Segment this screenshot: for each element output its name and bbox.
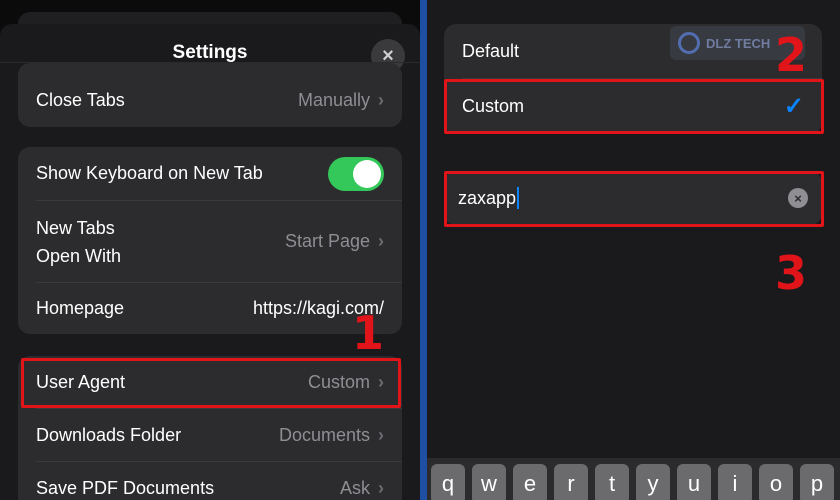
close-tabs-label: Close Tabs xyxy=(36,89,125,110)
highlight-box-custom xyxy=(444,79,824,134)
chevron-right-icon: › xyxy=(378,89,384,110)
chevron-right-icon: › xyxy=(378,424,384,445)
key-p[interactable]: p xyxy=(800,464,834,500)
show-keyboard-toggle[interactable] xyxy=(328,156,384,191)
downloads-folder-row[interactable]: Downloads Folder Documents › xyxy=(18,409,402,461)
key-u[interactable]: u xyxy=(677,464,711,500)
toggle-knob xyxy=(353,159,381,188)
key-r[interactable]: r xyxy=(554,464,588,500)
watermark-logo xyxy=(678,32,700,54)
user-agent-panel: Default Custom ✓ DLZ TECH zaxapp × 2 3 q… xyxy=(427,0,840,500)
option-default-label: Default xyxy=(462,40,520,61)
key-o[interactable]: o xyxy=(759,464,793,500)
settings-panel: Settings × Close Tabs Manually › Show Ke… xyxy=(0,0,420,500)
save-pdf-label: Save PDF Documents xyxy=(36,477,215,498)
close-tabs-value: Manually xyxy=(297,89,370,110)
new-tabs-label-line2: Open With xyxy=(36,245,122,266)
keyboard: q w e r t y u i o p xyxy=(427,458,840,500)
show-keyboard-label: Show Keyboard on New Tab xyxy=(36,163,263,183)
homepage-label: Homepage xyxy=(36,298,125,318)
close-tabs-row[interactable]: Close Tabs Manually › xyxy=(18,73,402,127)
save-pdf-value-wrap: Ask › xyxy=(340,478,384,499)
chevron-right-icon: › xyxy=(378,477,384,498)
step-1-label: 1 xyxy=(352,306,385,360)
downloads-folder-value: Documents xyxy=(278,424,370,445)
key-y[interactable]: y xyxy=(636,464,670,500)
key-e[interactable]: e xyxy=(513,464,547,500)
key-w[interactable]: w xyxy=(472,464,506,500)
new-tab-group: Show Keyboard on New Tab New Tabs Open W… xyxy=(18,147,402,334)
new-tabs-value-wrap: Start Page › xyxy=(285,231,384,252)
show-keyboard-row: Show Keyboard on New Tab xyxy=(18,147,402,200)
highlight-box-input xyxy=(444,171,824,227)
new-tabs-row[interactable]: New Tabs Open With Start Page › xyxy=(18,201,402,282)
new-tabs-value: Start Page xyxy=(284,231,370,251)
panel-divider xyxy=(420,0,427,500)
homepage-row[interactable]: Homepage https://kagi.com/ xyxy=(18,283,402,334)
downloads-folder-value-wrap: Documents › xyxy=(279,425,384,446)
key-t[interactable]: t xyxy=(595,464,629,500)
step-3-label: 3 xyxy=(775,246,808,300)
key-i[interactable]: i xyxy=(718,464,752,500)
save-pdf-value: Ask xyxy=(339,477,370,498)
step-2-label: 2 xyxy=(775,28,808,82)
chevron-right-icon: › xyxy=(378,231,384,251)
settings-title: Settings xyxy=(172,42,248,63)
save-pdf-row[interactable]: Save PDF Documents Ask › xyxy=(18,462,402,500)
watermark-text: DLZ TECH xyxy=(706,35,771,51)
downloads-folder-label: Downloads Folder xyxy=(36,424,182,445)
new-tabs-label: New Tabs Open With xyxy=(36,214,121,270)
key-q[interactable]: q xyxy=(431,464,465,500)
close-tabs-group: Close Tabs Manually › xyxy=(18,63,402,127)
new-tabs-label-line1: New Tabs xyxy=(36,217,115,238)
highlight-box-user-agent xyxy=(21,358,401,408)
close-tabs-value-wrap: Manually › xyxy=(298,90,384,111)
